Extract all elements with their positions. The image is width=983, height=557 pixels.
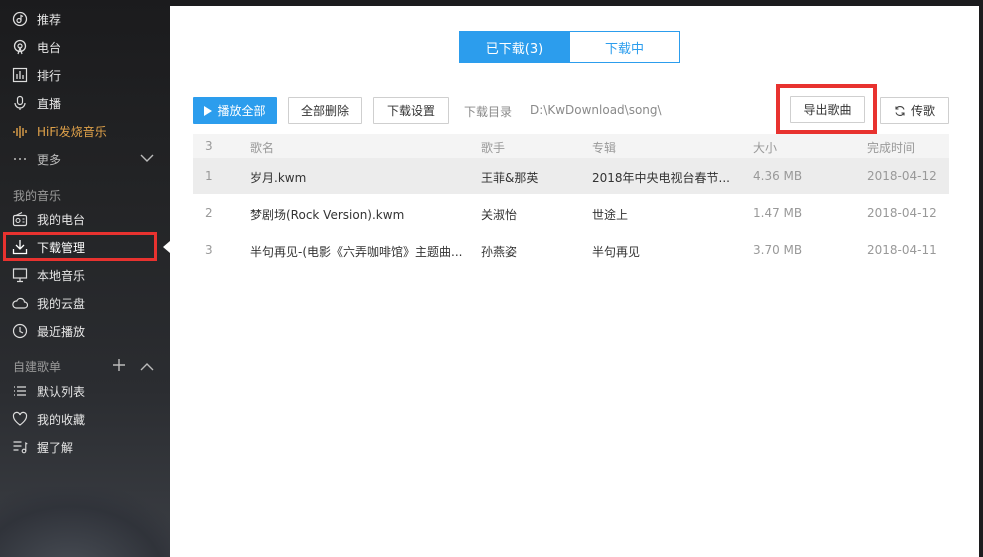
sidebar-item-local-music[interactable]: 本地音乐 (0, 261, 170, 289)
sidebar-item-live[interactable]: 直播 (0, 89, 170, 117)
section-title-my-music: 我的音乐 (13, 189, 62, 203)
row-index: 2 (205, 206, 213, 220)
header-album[interactable]: 专辑 (592, 139, 616, 156)
header-artist[interactable]: 歌手 (481, 139, 505, 156)
chart-bar-icon (12, 67, 28, 83)
export-songs-button[interactable]: 导出歌曲 (790, 96, 865, 123)
sidebar-item-label: 我的云盘 (37, 296, 86, 311)
row-album[interactable]: 世途上 (592, 206, 742, 223)
play-icon (204, 105, 213, 116)
transfer-label: 传歌 (910, 104, 935, 118)
sidebar-item-label: HiFi发烧音乐 (37, 124, 107, 139)
window-right-border (979, 0, 983, 557)
sidebar-item-label: 直播 (37, 96, 62, 111)
radio-icon (12, 39, 28, 55)
music-note-icon (12, 11, 28, 27)
monitor-icon (12, 267, 28, 283)
tab-downloading[interactable]: 下载中 (570, 31, 680, 63)
download-dir-label: 下载目录 (464, 105, 513, 119)
row-artist[interactable]: 孙燕姿 (481, 243, 586, 260)
row-date: 2018-04-12 (867, 169, 937, 183)
sidebar-item-my-radio[interactable]: 我的电台 (0, 205, 170, 233)
sidebar-item-label: 我的收藏 (37, 412, 86, 427)
sidebar-item-recommend[interactable]: 推荐 (0, 5, 170, 33)
radio-box-icon (12, 211, 28, 227)
sidebar-item-label: 握了解 (37, 440, 74, 455)
refresh-icon (894, 105, 906, 117)
download-tabs: 已下载(3) 下载中 (459, 31, 680, 63)
sidebar-item-favorites[interactable]: 我的收藏 (0, 405, 170, 433)
row-song-name: 梦剧场(Rock Version).kwm (250, 208, 405, 222)
row-size: 3.70 MB (753, 243, 803, 257)
download-settings-button[interactable]: 下载设置 (373, 97, 449, 124)
download-manager-highlight (3, 232, 157, 261)
row-index: 3 (205, 243, 213, 257)
sidebar-item-label: 最近播放 (37, 324, 86, 339)
table-header: 3 歌名 歌手 专辑 大小 完成时间 (193, 134, 949, 158)
row-size: 4.36 MB (753, 169, 803, 183)
row-date: 2018-04-11 (867, 243, 937, 257)
sidebar-item-default-list[interactable]: 默认列表 (0, 377, 170, 405)
sidebar-item-cloud-drive[interactable]: 我的云盘 (0, 289, 170, 317)
sidebar-item-label: 默认列表 (37, 384, 86, 399)
delete-all-button[interactable]: 全部删除 (288, 97, 362, 124)
window-top-border (170, 0, 983, 6)
play-all-label: 播放全部 (217, 104, 266, 118)
sidebar-item-label: 更多 (37, 152, 62, 167)
row-song-name: 半句再见-(电影《六弄咖啡馆》主题曲... (250, 245, 463, 259)
transfer-songs-button[interactable]: 传歌 (880, 97, 949, 124)
header-count: 3 (205, 139, 213, 153)
sidebar-background-art (0, 487, 170, 557)
microphone-icon (12, 95, 28, 111)
sidebar: 推荐 电台 排行 直播 HiFi发烧音乐 更多 我的音乐 我的电台 下载管理 本… (0, 0, 170, 557)
header-size[interactable]: 大小 (753, 139, 777, 156)
playlist-icon (12, 439, 28, 455)
cloud-icon (12, 295, 28, 311)
sidebar-item-label: 电台 (37, 40, 62, 55)
list-icon (12, 383, 28, 399)
table-row[interactable]: 1 岁月.kwm 王菲&那英 2018年中央电视台春节... 4.36 MB 2… (193, 158, 949, 194)
play-all-button[interactable]: 播放全部 (193, 97, 277, 124)
clock-icon (12, 323, 28, 339)
sidebar-item-label: 本地音乐 (37, 268, 86, 283)
row-size: 1.47 MB (753, 206, 803, 220)
table-row[interactable]: 2 梦剧场(Rock Version).kwm 关淑怡 世途上 1.47 MB … (193, 195, 949, 231)
sidebar-item-recent[interactable]: 最近播放 (0, 317, 170, 345)
sidebar-item-label: 排行 (37, 68, 62, 83)
header-date[interactable]: 完成时间 (867, 139, 915, 156)
row-artist[interactable]: 王菲&那英 (481, 169, 586, 186)
sidebar-item-label: 推荐 (37, 12, 62, 27)
sidebar-item-radio[interactable]: 电台 (0, 33, 170, 61)
row-artist[interactable]: 关淑怡 (481, 206, 586, 223)
add-playlist-icon[interactable] (112, 358, 126, 375)
row-album[interactable]: 2018年中央电视台春节... (592, 169, 742, 186)
row-song-name: 岁月.kwm (250, 171, 307, 185)
sidebar-item-hifi[interactable]: HiFi发烧音乐 (0, 117, 170, 145)
sidebar-item-custom-playlist[interactable]: 握了解 (0, 433, 170, 461)
row-album[interactable]: 半句再见 (592, 243, 742, 260)
sidebar-item-label: 我的电台 (37, 212, 86, 227)
chevron-down-icon[interactable] (140, 152, 154, 166)
heart-icon (12, 411, 28, 427)
section-title-playlists: 自建歌单 (13, 360, 62, 374)
sidebar-item-charts[interactable]: 排行 (0, 61, 170, 89)
ellipsis-icon (12, 151, 28, 167)
table-row[interactable]: 3 半句再见-(电影《六弄咖啡馆》主题曲... 孙燕姿 半句再见 3.70 MB… (193, 232, 949, 268)
hifi-wave-icon (12, 123, 28, 139)
header-song-name[interactable]: 歌名 (250, 139, 274, 156)
row-date: 2018-04-12 (867, 206, 937, 220)
download-dir-path[interactable]: D:\KwDownload\song\ (530, 103, 662, 117)
tab-downloaded[interactable]: 已下载(3) (459, 31, 570, 63)
row-index: 1 (205, 169, 213, 183)
chevron-up-icon[interactable] (140, 361, 154, 375)
active-indicator (163, 241, 170, 253)
